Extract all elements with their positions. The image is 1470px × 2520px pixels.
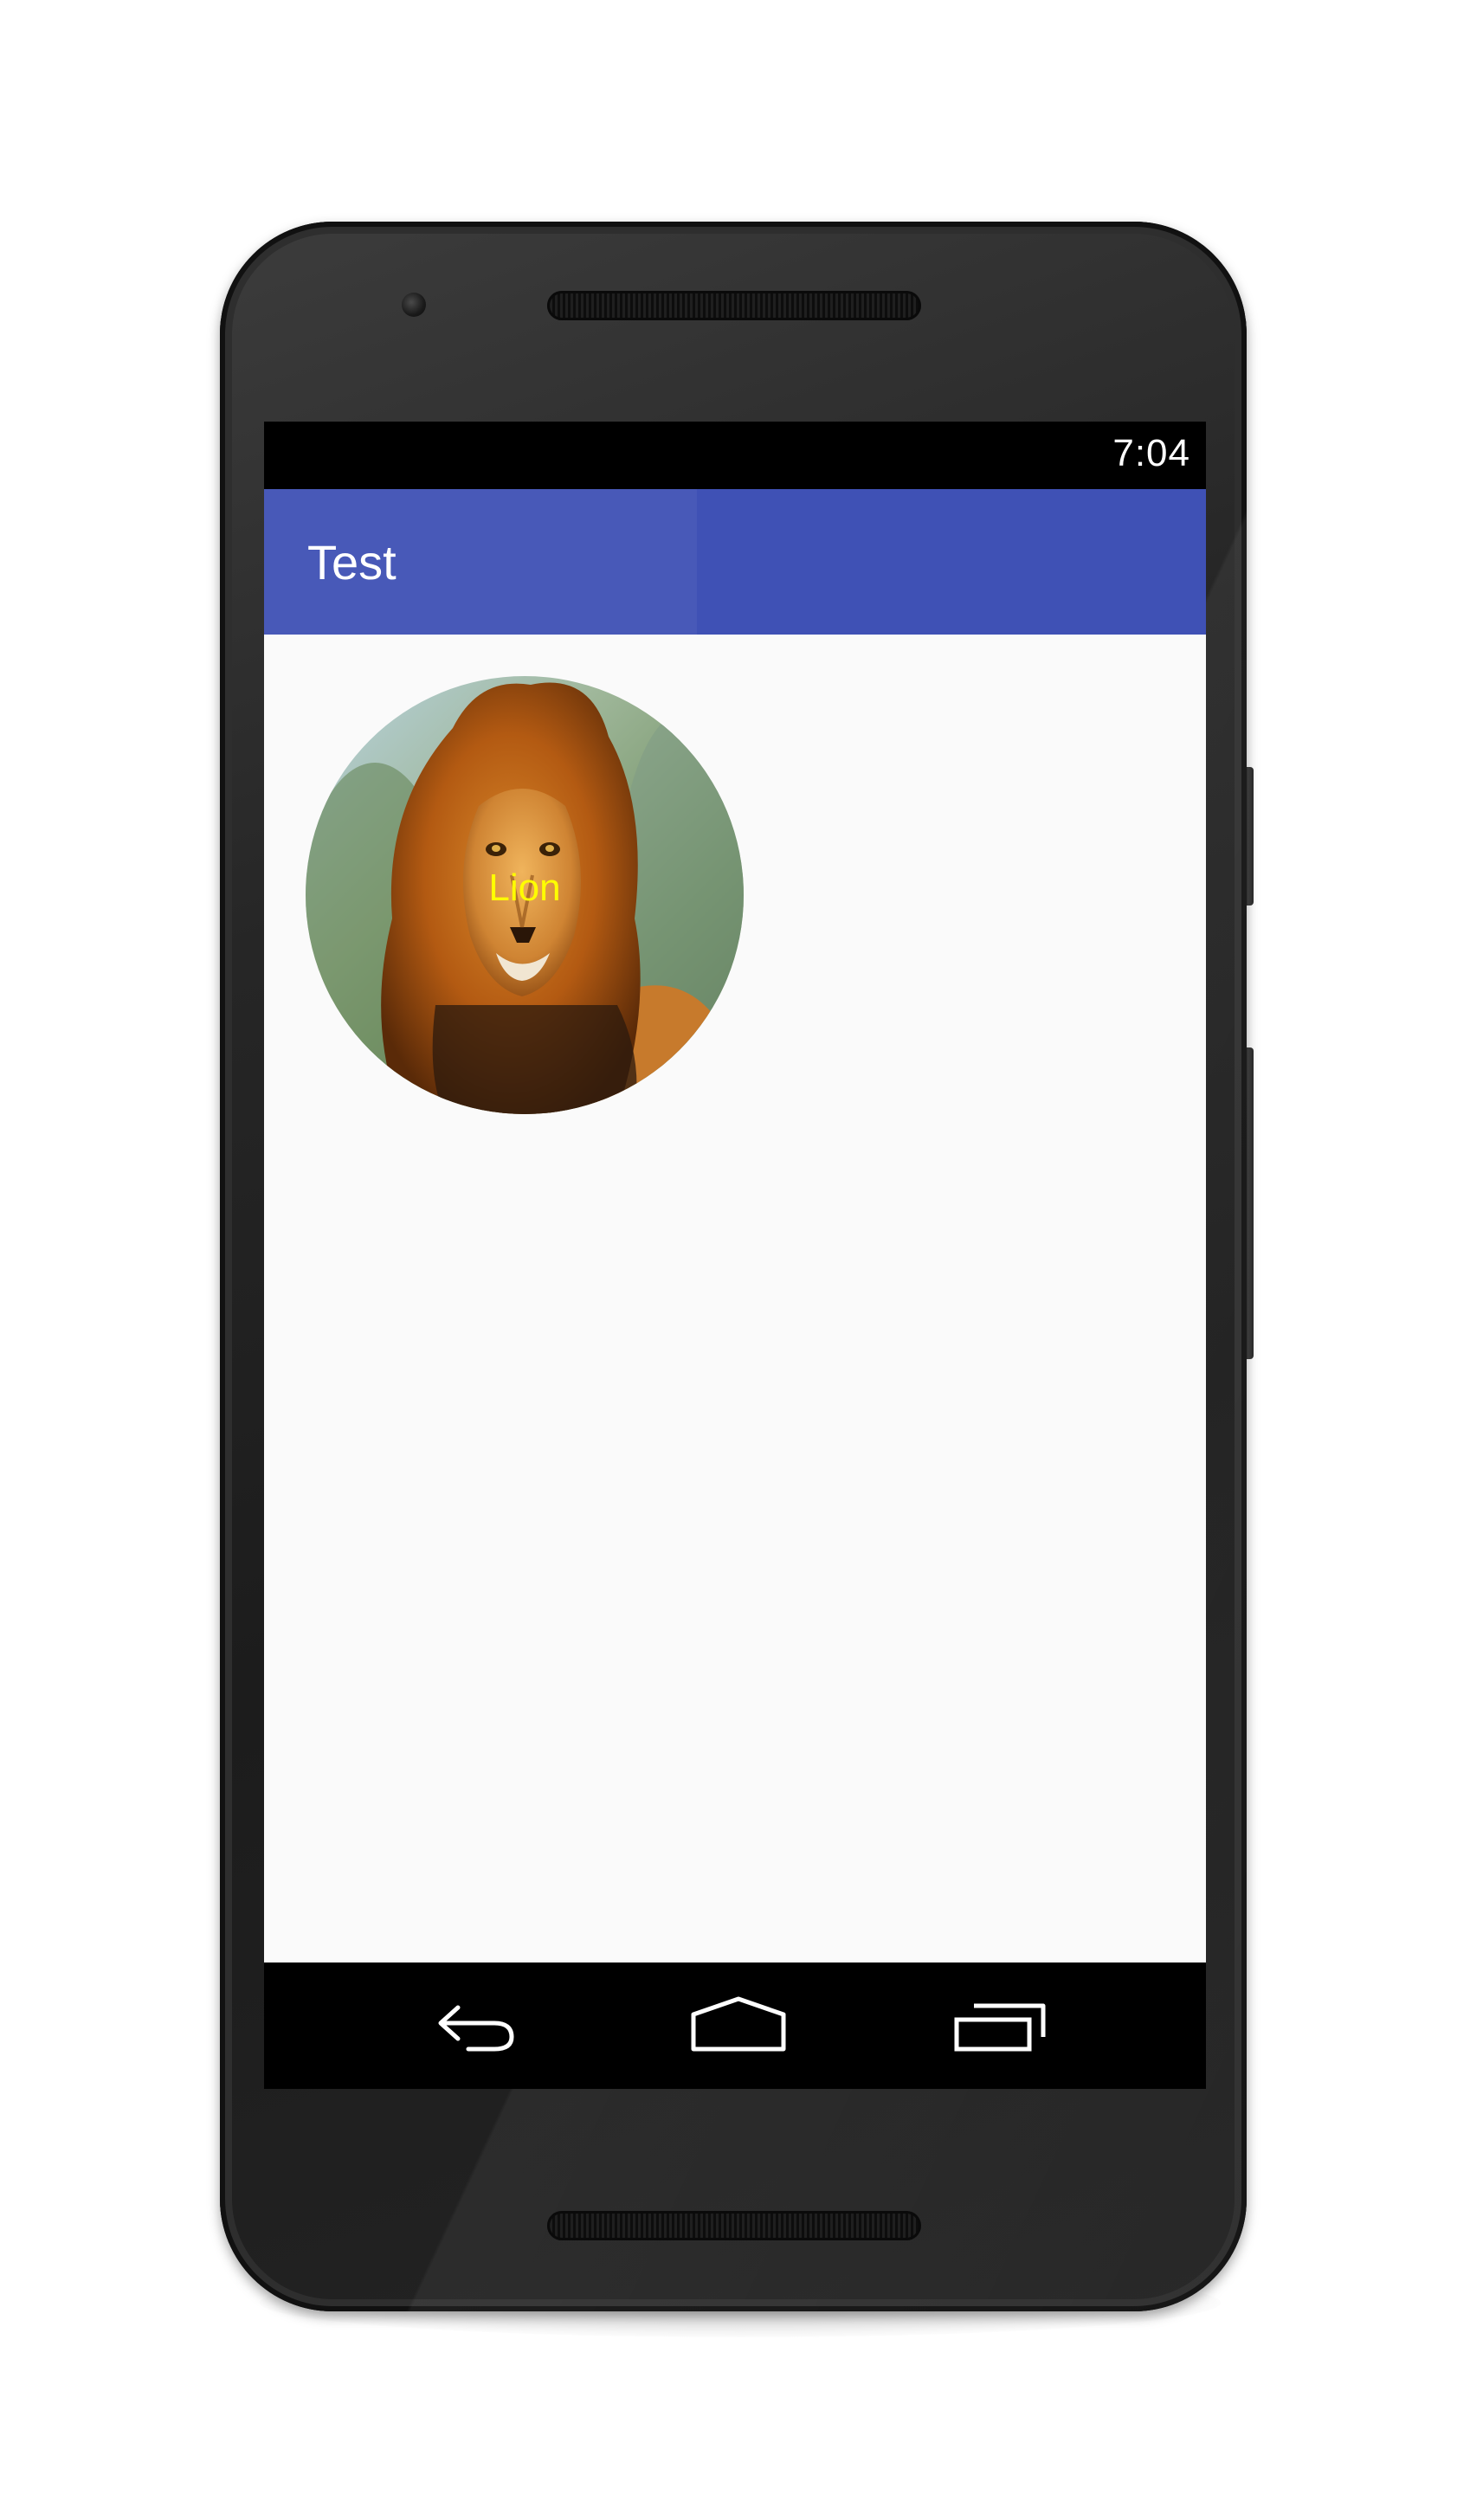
recent-apps-icon [954, 2003, 1046, 2052]
lion-avatar[interactable]: Lion [306, 676, 744, 1114]
back-button[interactable] [425, 1994, 529, 2058]
avatar-label: Lion [488, 867, 561, 909]
home-button[interactable] [687, 1994, 790, 2058]
app-bar: Test [264, 489, 1206, 635]
bottom-speaker-grille [547, 2211, 921, 2240]
home-icon [691, 1996, 786, 2052]
back-arrow-icon [438, 2005, 514, 2052]
main-content: Lion [264, 635, 1206, 1963]
device-screen: 7:04 Test Lion [264, 422, 1206, 2089]
recent-apps-button[interactable] [948, 1994, 1052, 2058]
status-time: 7:04 [1112, 432, 1190, 474]
status-bar: 7:04 [264, 422, 1206, 489]
navigation-bar [264, 1963, 1206, 2089]
app-title: Test [307, 535, 397, 590]
front-camera [402, 293, 426, 317]
device-stage: 7:04 Test Lion [0, 0, 1470, 2520]
top-speaker-grille [547, 291, 921, 320]
